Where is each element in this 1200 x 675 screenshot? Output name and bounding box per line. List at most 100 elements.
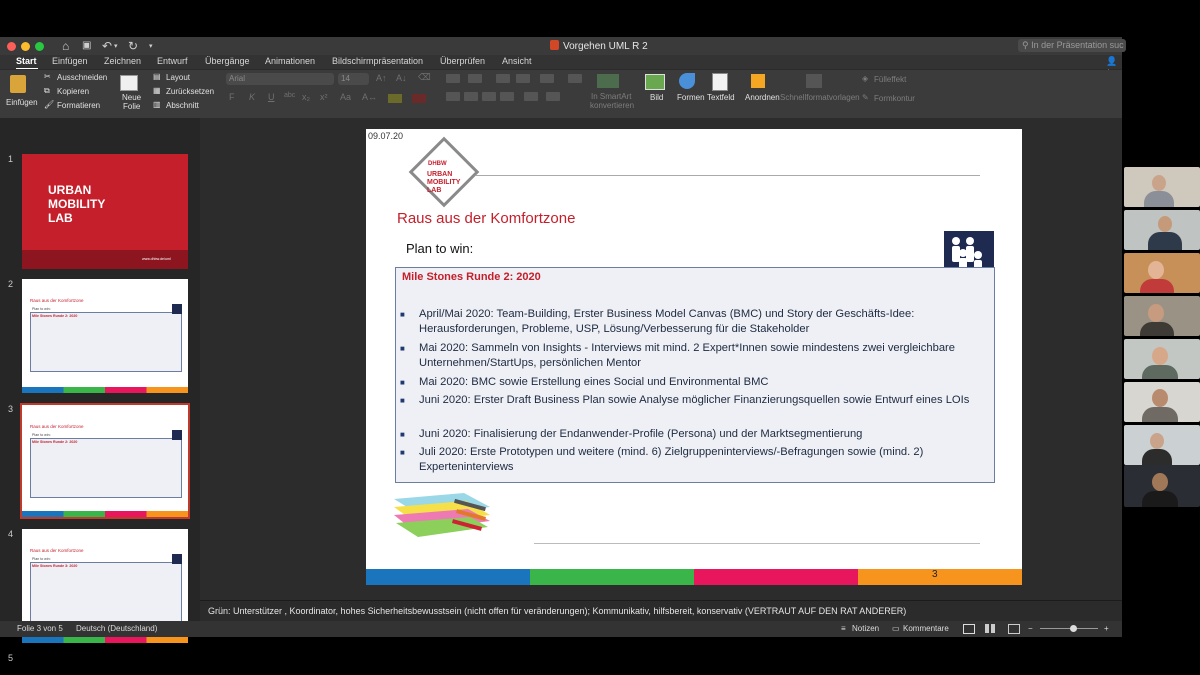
italic-icon[interactable]: K <box>249 92 255 102</box>
normal-view-icon[interactable] <box>963 624 975 634</box>
language-indicator[interactable]: Deutsch (Deutschland) <box>76 624 157 633</box>
slide-thumbnail-3-selected[interactable]: Raus aus der Komfortzone Plan to win: Mi… <box>20 403 190 519</box>
new-slide-icon[interactable] <box>120 75 138 91</box>
font-size-select[interactable]: 14 <box>338 73 369 85</box>
shapes-button[interactable]: Formen <box>677 93 705 102</box>
arrange-icon[interactable] <box>751 74 765 88</box>
cut-button[interactable]: Ausschneiden <box>57 73 107 82</box>
arrange-button[interactable]: Anordnen <box>745 93 780 102</box>
customize-toolbar-icon[interactable]: ▾ <box>149 42 153 50</box>
tab-ansicht[interactable]: Ansicht <box>502 56 532 66</box>
slide-3[interactable]: 09.07.20 DHBW URBAN MOBILITY LAB Raus au… <box>366 129 1022 585</box>
video-participant-tile[interactable] <box>1124 425 1200 465</box>
tab-zeichnen[interactable]: Zeichnen <box>104 56 141 66</box>
format-painter-button[interactable]: Formatieren <box>57 101 100 110</box>
tab-uebergaenge[interactable]: Übergänge <box>205 56 250 66</box>
new-slide-label-2[interactable]: Folie <box>123 102 140 111</box>
notes-text[interactable]: Grün: Unterstützer , Koordinator, hohes … <box>208 606 906 616</box>
video-participant-tile[interactable] <box>1124 167 1200 207</box>
increase-indent-icon[interactable] <box>516 74 530 83</box>
tab-bildschirmpraesentation[interactable]: Bildschirmpräsentation <box>332 56 423 66</box>
align-right-icon[interactable] <box>482 92 496 101</box>
quick-styles-icon[interactable] <box>806 74 822 88</box>
numbering-icon[interactable] <box>468 74 482 83</box>
font-color-icon[interactable] <box>412 94 426 103</box>
undo-dropdown-icon[interactable]: ▾ <box>114 42 118 50</box>
comments-button[interactable]: Kommentare <box>903 624 949 633</box>
highlight-color-icon[interactable] <box>388 94 402 103</box>
shapes-icon[interactable] <box>679 73 695 89</box>
zoom-slider-track[interactable] <box>1040 628 1098 629</box>
notes-pane[interactable]: Grün: Unterstützer , Koordinator, hohes … <box>200 600 1122 622</box>
new-slide-label-1[interactable]: Neue <box>122 93 141 102</box>
section-icon[interactable]: ▥ <box>153 100 161 109</box>
superscript-icon[interactable]: x² <box>320 92 328 102</box>
reset-button[interactable]: Zurücksetzen <box>166 87 214 96</box>
layout-button[interactable]: Layout <box>166 73 190 82</box>
align-text-icon[interactable] <box>546 92 560 101</box>
redo-icon[interactable]: ↻ <box>128 39 138 53</box>
tab-einfuegen[interactable]: Einfügen <box>52 56 88 66</box>
bullets-icon[interactable] <box>446 74 460 83</box>
video-participant-tile[interactable] <box>1124 210 1200 250</box>
video-participant-tile[interactable] <box>1124 339 1200 379</box>
tab-animationen[interactable]: Animationen <box>265 56 315 66</box>
zoom-in-icon[interactable]: + <box>1104 624 1109 633</box>
copy-icon[interactable]: ⧉ <box>44 86 50 96</box>
decrease-indent-icon[interactable] <box>496 74 510 83</box>
copy-button[interactable]: Kopieren <box>57 87 89 96</box>
picture-button[interactable]: Bild <box>650 93 663 102</box>
subscript-icon[interactable]: x₂ <box>302 92 310 102</box>
shrink-font-icon[interactable]: A↓ <box>396 73 407 83</box>
video-participant-tile[interactable] <box>1124 296 1200 336</box>
search-input[interactable]: ⚲ In der Präsentation suc <box>1018 39 1126 52</box>
zoom-slider-thumb[interactable] <box>1070 625 1077 632</box>
video-participant-tile[interactable] <box>1124 382 1200 422</box>
paste-icon[interactable] <box>10 75 26 93</box>
tab-ueberpruefen[interactable]: Überprüfen <box>440 56 485 66</box>
home-icon[interactable]: ⌂ <box>62 39 69 53</box>
shape-outline-icon[interactable]: ✎ <box>862 93 869 102</box>
colored-papers-image[interactable] <box>394 491 490 537</box>
smartart-icon[interactable] <box>597 74 619 88</box>
grow-font-icon[interactable]: A↑ <box>376 73 387 83</box>
video-participant-tile[interactable] <box>1124 253 1200 293</box>
reading-view-icon[interactable] <box>1008 624 1020 634</box>
clear-format-icon[interactable]: ⌫ <box>418 72 431 83</box>
quick-styles-button[interactable]: Schnellformatvorlagen <box>780 93 860 102</box>
text-direction-icon[interactable] <box>568 74 582 83</box>
paste-button[interactable]: Einfügen <box>6 98 38 107</box>
close-window-button[interactable] <box>7 42 16 51</box>
notes-icon[interactable]: ≡ <box>841 624 846 633</box>
slide-thumbnail-1[interactable]: URBAN MOBILITY LAB www.dhbw.de/uml <box>22 154 188 269</box>
textbox-icon[interactable] <box>712 73 728 91</box>
picture-icon[interactable] <box>645 74 665 90</box>
fill-effect-icon[interactable]: ◈ <box>862 74 868 83</box>
slide-sorter-icon[interactable] <box>985 624 995 633</box>
reset-icon[interactable]: ▦ <box>153 86 161 95</box>
strikethrough-icon[interactable]: abc <box>284 92 295 99</box>
plan-to-win-label[interactable]: Plan to win: <box>406 241 473 256</box>
case-icon[interactable]: Aa <box>340 92 351 102</box>
format-painter-icon[interactable]: 🖌 <box>44 100 54 109</box>
undo-icon[interactable]: ↶ <box>102 39 112 53</box>
convert-smartart-label-2[interactable]: konvertieren <box>590 101 634 110</box>
shape-outline-button[interactable]: Formkontur <box>874 94 915 103</box>
tab-entwurf[interactable]: Entwurf <box>157 56 188 66</box>
columns-icon[interactable] <box>524 92 538 101</box>
char-spacing-icon[interactable]: A↔ <box>362 92 377 102</box>
section-button[interactable]: Abschnitt <box>166 101 199 110</box>
bold-icon[interactable]: F <box>229 92 235 102</box>
slide-title[interactable]: Raus aus der Komfortzone <box>397 210 575 227</box>
notes-button[interactable]: Notizen <box>852 624 879 633</box>
layout-icon[interactable]: ▤ <box>153 72 161 81</box>
video-participant-tile[interactable] <box>1124 465 1200 507</box>
minimize-window-button[interactable] <box>21 42 30 51</box>
underline-icon[interactable]: U <box>268 92 275 102</box>
tab-start[interactable]: Start <box>16 56 37 66</box>
textbox-button[interactable]: Textfeld <box>707 93 735 102</box>
save-icon[interactable]: ▣ <box>82 40 91 51</box>
font-name-select[interactable]: Arial <box>226 73 334 85</box>
align-center-icon[interactable] <box>464 92 478 101</box>
align-left-icon[interactable] <box>446 92 460 101</box>
